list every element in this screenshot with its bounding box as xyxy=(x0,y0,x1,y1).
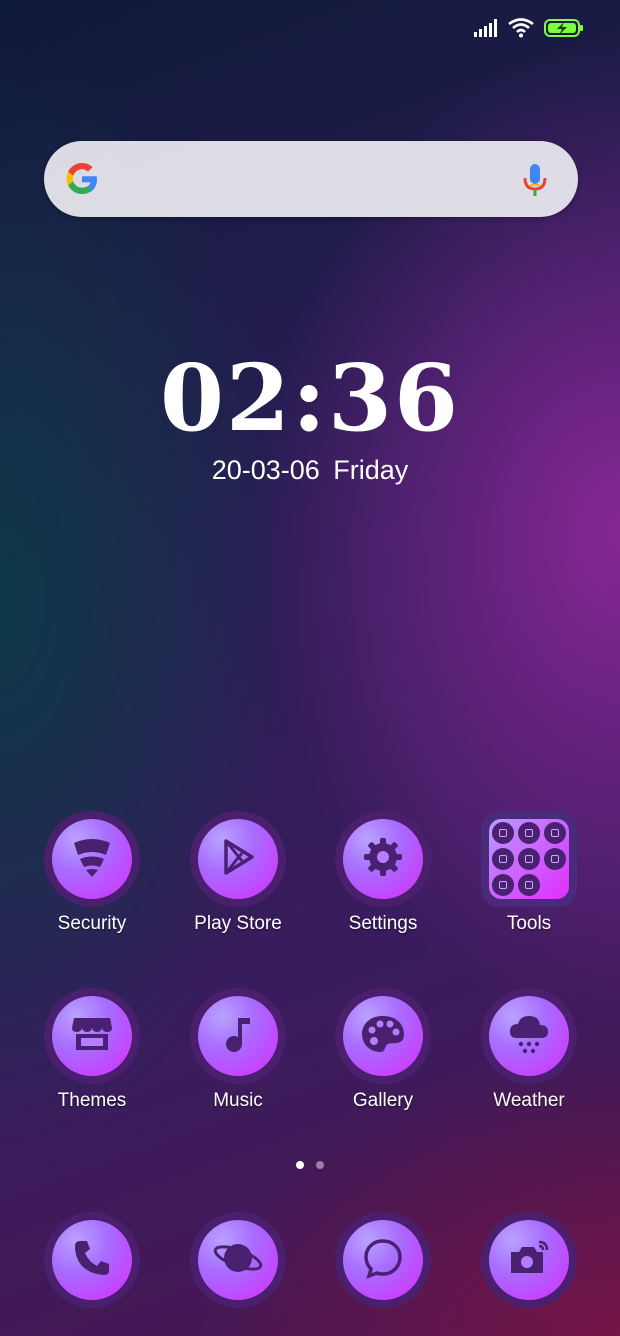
page-indicator xyxy=(0,1161,620,1169)
phone-icon xyxy=(72,1238,112,1283)
mic-icon[interactable] xyxy=(522,162,548,198)
page-dot[interactable] xyxy=(316,1161,324,1169)
shield-icon xyxy=(70,835,114,884)
app-label: Weather xyxy=(493,1090,565,1111)
app-label: Music xyxy=(213,1090,263,1111)
status-bar xyxy=(474,14,584,42)
clock-time[interactable]: 02:36 xyxy=(0,348,620,448)
wifi-icon xyxy=(508,18,534,38)
app-tools-folder[interactable]: Tools xyxy=(456,811,602,935)
app-label: Gallery xyxy=(352,1090,414,1111)
planet-icon xyxy=(213,1236,263,1285)
app-music[interactable]: Music xyxy=(165,988,311,1112)
battery-charging-icon xyxy=(544,18,584,38)
chat-bubble-icon xyxy=(362,1237,404,1284)
dock-messages[interactable] xyxy=(310,1212,456,1308)
google-search-bar[interactable] xyxy=(44,141,578,217)
gear-icon xyxy=(362,836,404,883)
app-label: Tools xyxy=(506,913,552,934)
signal-icon xyxy=(474,19,498,37)
app-security[interactable]: Security xyxy=(19,811,165,935)
app-label: Settings xyxy=(348,913,418,934)
folder-grid-icon xyxy=(489,819,569,899)
camera-icon xyxy=(507,1238,551,1283)
dock-camera[interactable] xyxy=(456,1212,602,1308)
page-dot-active[interactable] xyxy=(296,1161,304,1169)
google-g-icon xyxy=(64,161,100,197)
music-note-icon xyxy=(220,1014,256,1059)
dock-phone[interactable] xyxy=(19,1212,165,1308)
store-icon xyxy=(70,1014,114,1059)
app-label: Themes xyxy=(57,1090,127,1111)
app-themes[interactable]: Themes xyxy=(19,988,165,1112)
clock-date[interactable]: 20-03-06 Friday xyxy=(0,455,620,486)
app-gallery[interactable]: Gallery xyxy=(310,988,456,1112)
dock-browser[interactable] xyxy=(165,1212,311,1308)
app-settings[interactable]: Settings xyxy=(310,811,456,935)
app-label: Security xyxy=(57,913,127,934)
app-weather[interactable]: Weather xyxy=(456,988,602,1112)
app-label: Play Store xyxy=(194,913,282,934)
cloud-snow-icon xyxy=(507,1012,551,1061)
app-play-store[interactable]: Play Store xyxy=(165,811,311,935)
palette-icon xyxy=(360,1014,406,1059)
play-store-icon xyxy=(218,837,258,882)
